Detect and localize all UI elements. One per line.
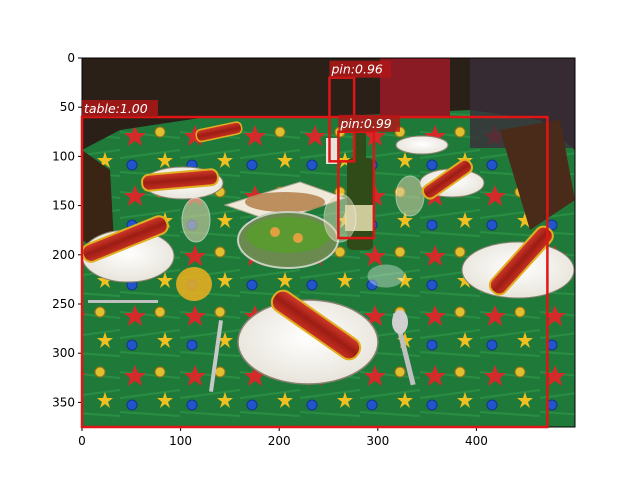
y-tick-label: 150	[52, 199, 75, 213]
x-tick-label: 0	[78, 434, 86, 448]
detection-label: pin:0.99	[339, 116, 391, 131]
x-tick-label: 200	[268, 434, 291, 448]
y-tick-label: 100	[52, 149, 75, 163]
y-tick-label: 200	[52, 248, 75, 262]
y-tick-label: 250	[52, 297, 75, 311]
x-tick-label: 300	[366, 434, 389, 448]
detection-figure: 0 100 200 300 400 0 50 100 150 200 250 300 350 tabl…	[52, 51, 576, 448]
y-tick-label: 50	[60, 100, 75, 114]
x-tick-label: 400	[465, 434, 488, 448]
y-tick-label: 300	[52, 346, 75, 360]
y-tick-label: 0	[67, 51, 75, 65]
x-axis: 0 100 200 300 400	[78, 427, 488, 448]
x-tick-label: 100	[169, 434, 192, 448]
detection-label: pin:0.96	[330, 62, 382, 77]
y-tick-label: 350	[52, 395, 75, 409]
detection-label: table:1.00	[84, 101, 148, 116]
y-axis: 0 50 100 150 200 250 300 350	[52, 51, 82, 409]
